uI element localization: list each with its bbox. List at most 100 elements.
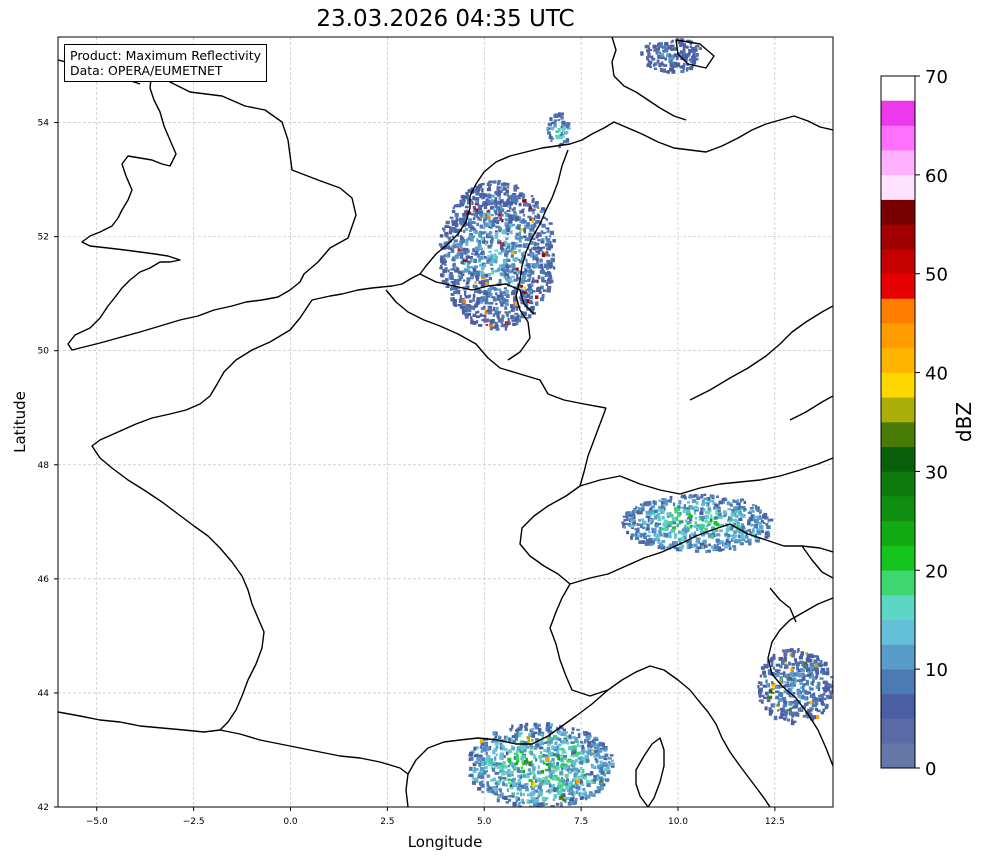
precip-cell — [549, 261, 553, 265]
precip-cell — [485, 769, 489, 773]
precip-cell — [550, 789, 553, 793]
colorbar-swatch — [881, 743, 915, 769]
precip-cell — [830, 675, 833, 679]
precip-cell — [535, 246, 540, 250]
precip-cell — [764, 691, 768, 696]
precip-cell — [535, 220, 538, 225]
precip-cell — [519, 775, 522, 780]
precip-cell — [528, 750, 531, 754]
precip-cell — [522, 793, 526, 797]
precip-cell — [532, 731, 538, 735]
precip-cell — [544, 768, 549, 772]
precip-cell — [809, 676, 814, 679]
precip-cell — [502, 782, 505, 787]
precip-cell — [472, 210, 477, 213]
precip-cell — [657, 509, 660, 513]
precip-cell — [695, 540, 698, 543]
precip-cell — [804, 690, 809, 695]
precip-cell — [472, 297, 475, 302]
precip-cell — [819, 660, 823, 665]
precip-cell — [481, 743, 485, 746]
precip-cell — [540, 240, 545, 244]
precip-cell — [658, 529, 662, 533]
precip-cell — [681, 65, 685, 69]
precip-cell — [454, 230, 459, 233]
precip-cell — [764, 706, 768, 711]
precip-cell — [623, 525, 627, 529]
precip-cell — [540, 781, 544, 786]
precip-cell — [499, 272, 504, 275]
precip-cell — [609, 754, 614, 757]
colorbar-label: dBZ — [952, 402, 976, 442]
precip-cell — [786, 681, 790, 687]
precip-cell — [511, 252, 515, 255]
precip-cell — [829, 695, 833, 699]
precip-cell — [479, 218, 482, 222]
precip-cell — [524, 294, 527, 297]
precip-cell — [705, 514, 709, 519]
precip-cell — [490, 778, 495, 782]
info-source: Data: OPERA/EUMETNET — [70, 63, 223, 78]
x-tick-label: 2.5 — [380, 817, 394, 827]
precip-cell — [549, 772, 553, 776]
precip-cell — [786, 648, 790, 653]
precip-cell — [763, 515, 767, 519]
precip-cell — [483, 255, 487, 259]
precip-cell — [730, 503, 733, 507]
precip-cell — [711, 534, 715, 540]
precip-cell — [551, 257, 554, 263]
precip-cell — [753, 524, 759, 529]
precip-cell — [705, 503, 709, 507]
precip-cell — [638, 540, 643, 544]
precip-cell — [638, 519, 642, 522]
precip-cell — [513, 288, 517, 292]
precip-cell — [602, 746, 606, 750]
precip-cell — [651, 57, 656, 61]
precip-cell — [470, 305, 474, 310]
precip-cell — [447, 226, 451, 229]
precip-cell — [664, 57, 668, 61]
precip-cell — [740, 514, 745, 518]
precip-cell — [484, 202, 489, 206]
precip-cell — [555, 802, 560, 806]
precip-cell — [577, 742, 580, 746]
precip-cell — [729, 517, 733, 521]
precip-cell — [535, 242, 540, 246]
precip-cell — [556, 762, 560, 766]
precip-cell — [790, 701, 793, 704]
precip-cell — [821, 670, 826, 675]
precip-cell — [502, 291, 506, 294]
precip-cell — [495, 327, 500, 331]
precip-cell — [498, 251, 503, 255]
precip-cell — [758, 509, 763, 512]
precip-cell — [640, 507, 645, 512]
precip-cell — [780, 677, 783, 681]
precip-cell — [482, 213, 486, 219]
precip-cell — [545, 282, 549, 287]
precip-cell — [479, 252, 484, 255]
precip-cell — [484, 315, 487, 318]
precip-cell — [523, 228, 527, 233]
precip-cell — [494, 197, 498, 201]
precip-cell — [445, 278, 448, 283]
precip-cell — [752, 509, 755, 513]
precip-cell — [743, 500, 747, 505]
precip-cell — [747, 528, 752, 532]
precip-cell — [505, 237, 509, 241]
precip-cell — [625, 515, 629, 519]
precip-cell — [570, 755, 574, 758]
precip-cell — [662, 68, 667, 73]
precip-cell — [504, 241, 508, 246]
precip-cell — [788, 677, 793, 681]
precip-cell — [552, 734, 558, 739]
precip-cell — [546, 242, 550, 245]
precip-cell — [531, 252, 534, 257]
precip-cell — [481, 761, 485, 766]
precip-cell — [761, 694, 765, 698]
precip-cell — [691, 46, 695, 51]
precip-cell — [552, 239, 556, 243]
precip-cell — [574, 737, 578, 741]
precip-cell — [471, 252, 474, 255]
precip-cell — [508, 321, 511, 325]
precip-cell — [504, 218, 510, 221]
